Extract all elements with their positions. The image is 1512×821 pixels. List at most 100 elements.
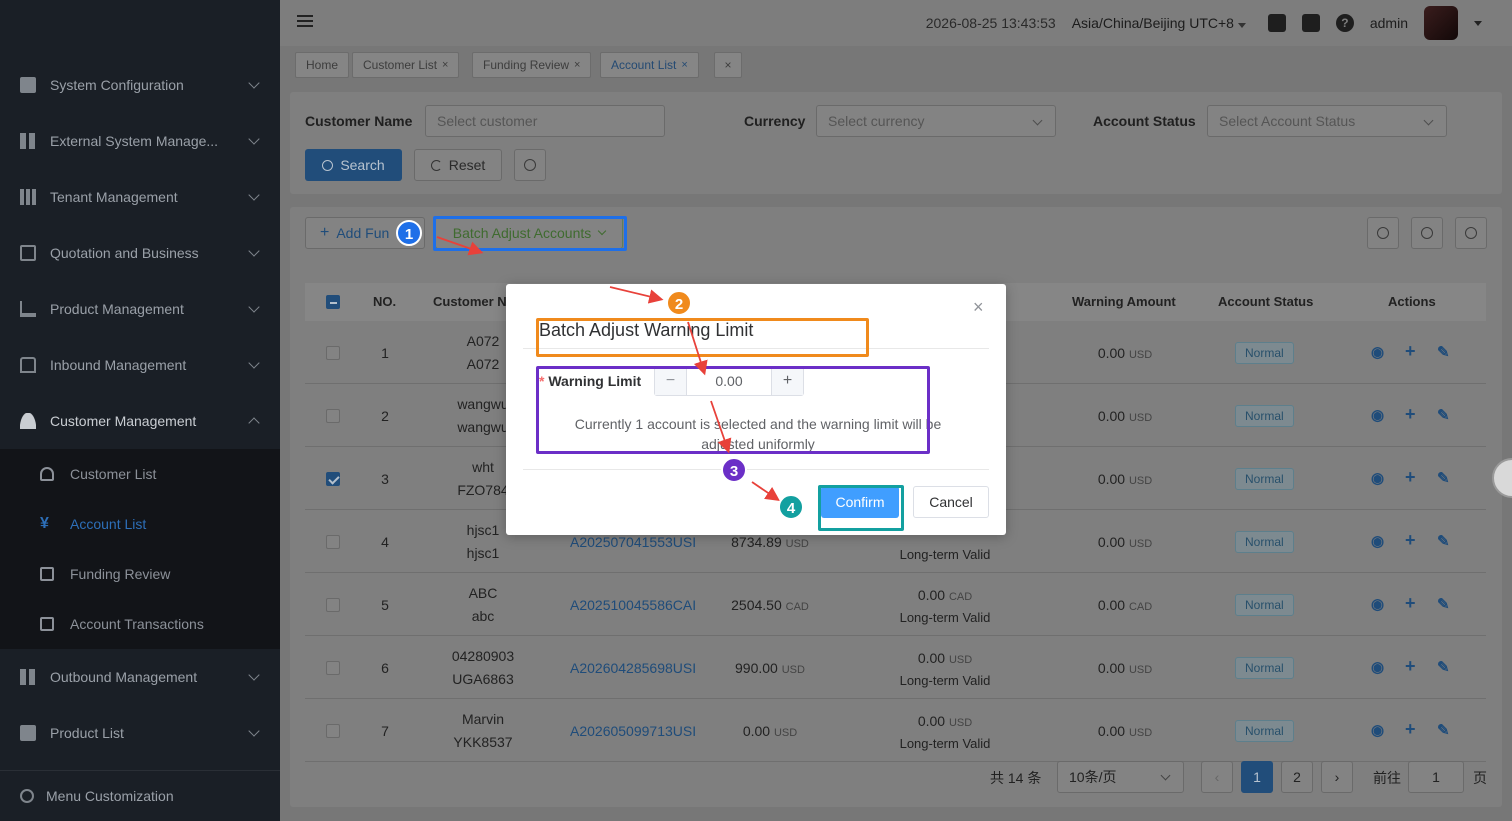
edit-icon[interactable]: ✎ — [1437, 343, 1450, 361]
row-checkbox[interactable] — [326, 409, 340, 423]
account-number-link[interactable]: A202507041553USI — [570, 534, 700, 550]
row-checkbox[interactable] — [326, 346, 340, 360]
page-1[interactable]: 1 — [1241, 761, 1273, 793]
sidebar-item-external-system[interactable]: External System Manage... — [0, 113, 280, 169]
currency-select[interactable]: Select currency — [816, 105, 1056, 137]
add-icon[interactable]: + — [1405, 593, 1416, 614]
row-checkbox[interactable] — [326, 724, 340, 738]
sidebar-item-outbound-management[interactable]: Outbound Management — [0, 649, 280, 705]
view-icon[interactable]: ◉ — [1371, 658, 1384, 676]
close-icon[interactable]: × — [442, 59, 448, 71]
validity: Long-term Valid — [899, 673, 991, 688]
sidebar-item-account-list[interactable]: ¥ Account List — [0, 499, 280, 549]
tab-funding-review[interactable]: Funding Review × — [472, 52, 592, 78]
timezone-select[interactable]: Asia/China/Beijing UTC+8 — [1072, 15, 1246, 31]
add-icon[interactable]: + — [1405, 719, 1416, 740]
close-icon[interactable]: × — [973, 297, 984, 318]
row-checkbox[interactable] — [326, 472, 340, 486]
menu-toggle-icon[interactable] — [297, 15, 313, 29]
table-search-button[interactable] — [1367, 217, 1399, 249]
annotation-badge-1: 1 — [396, 220, 422, 246]
close-all-tabs-button[interactable]: × — [714, 52, 742, 78]
sidebar-item-quotation[interactable]: Quotation and Business — [0, 225, 280, 281]
edit-icon[interactable]: ✎ — [1437, 721, 1450, 739]
tab-customer-list[interactable]: Customer List × — [352, 52, 460, 78]
close-icon[interactable]: × — [681, 59, 687, 71]
col-actions: Actions — [1388, 294, 1436, 309]
balance-value: 990.00 — [735, 660, 778, 676]
edit-icon[interactable]: ✎ — [1437, 595, 1450, 613]
sidebar-item-inbound-management[interactable]: Inbound Management — [0, 337, 280, 393]
customer-name: ABC — [468, 585, 498, 601]
goto-page-input[interactable]: 1 — [1408, 761, 1464, 793]
sidebar-item-account-transactions[interactable]: Account Transactions — [0, 599, 280, 649]
warning-amount: 0.00 USD — [1070, 660, 1180, 676]
view-icon[interactable]: ◉ — [1371, 721, 1384, 739]
help-icon[interactable]: ? — [1335, 14, 1354, 32]
filter-settings-button[interactable] — [514, 149, 546, 181]
row-no: 7 — [381, 723, 389, 739]
username[interactable]: admin — [1370, 15, 1408, 31]
edit-icon[interactable]: ✎ — [1437, 532, 1450, 550]
page-size-select[interactable]: 10条/页 — [1057, 761, 1184, 793]
warning-value: 0.00 — [1097, 408, 1126, 424]
sidebar-item-product-management[interactable]: Product Management — [0, 281, 280, 337]
sidebar-item-customer-list[interactable]: Customer List — [0, 449, 280, 499]
sidebar-item-label: Quotation and Business — [50, 245, 199, 261]
search-button[interactable]: Search — [305, 149, 402, 181]
view-icon[interactable]: ◉ — [1371, 343, 1384, 361]
balance: 0.00 USD — [710, 723, 830, 739]
account-number-link[interactable]: A202510045586CAI — [570, 597, 700, 613]
view-icon[interactable]: ◉ — [1371, 469, 1384, 487]
select-all-checkbox[interactable] — [326, 295, 340, 309]
translate-icon[interactable] — [1301, 14, 1320, 32]
chevron-left-icon: ‹ — [1214, 769, 1220, 785]
add-icon[interactable]: + — [1405, 341, 1416, 362]
reset-button[interactable]: Reset — [414, 149, 502, 181]
menu-customization[interactable]: Menu Customization — [0, 770, 280, 821]
currency-unit: USD — [948, 717, 973, 729]
view-icon[interactable]: ◉ — [1371, 406, 1384, 424]
balance: 8734.89 USD — [710, 534, 830, 550]
account-number-link[interactable]: A202604285698USI — [570, 660, 700, 676]
edit-icon[interactable]: ✎ — [1437, 406, 1450, 424]
sidebar-item-label: Product List — [50, 725, 124, 741]
row-checkbox[interactable] — [326, 598, 340, 612]
message-icon[interactable] — [1267, 14, 1286, 32]
customer-name-select[interactable]: Select customer — [425, 105, 665, 137]
close-icon[interactable]: × — [574, 59, 580, 71]
cancel-button[interactable]: Cancel — [913, 486, 989, 518]
sidebar-item-product-list[interactable]: Product List — [0, 705, 280, 761]
sidebar-item-system-configuration[interactable]: System Configuration — [0, 57, 280, 113]
row-checkbox[interactable] — [326, 661, 340, 675]
add-icon[interactable]: + — [1405, 530, 1416, 551]
prev-page-button[interactable]: ‹ — [1201, 761, 1233, 793]
avatar[interactable] — [1424, 6, 1458, 40]
account-number-link[interactable]: A202605099713USI — [570, 723, 700, 739]
chevron-down-icon — [1423, 115, 1434, 126]
table-settings-button[interactable] — [1455, 217, 1487, 249]
add-icon[interactable]: + — [1405, 467, 1416, 488]
page-2[interactable]: 2 — [1281, 761, 1313, 793]
sidebar-item-customer-management[interactable]: Customer Management — [0, 393, 280, 449]
next-page-button[interactable]: › — [1321, 761, 1353, 793]
edit-icon[interactable]: ✎ — [1437, 658, 1450, 676]
sidebar-item-tenant-management[interactable]: Tenant Management — [0, 169, 280, 225]
tab-account-list[interactable]: Account List × — [600, 52, 699, 78]
annotation-badge-2: 2 — [666, 290, 692, 316]
edit-icon[interactable]: ✎ — [1437, 469, 1450, 487]
add-icon[interactable]: + — [1405, 404, 1416, 425]
account-status-label: Account Status — [1093, 113, 1196, 129]
datetime: 2026-08-25 13:43:53 — [925, 15, 1056, 31]
view-icon[interactable]: ◉ — [1371, 595, 1384, 613]
chevron-down-icon[interactable] — [1474, 20, 1482, 26]
row-checkbox[interactable] — [326, 535, 340, 549]
yen-icon: ¥ — [40, 515, 49, 532]
account-status-select[interactable]: Select Account Status — [1207, 105, 1447, 137]
warning-value: 0.00 — [1097, 345, 1126, 361]
tab-home[interactable]: Home — [295, 52, 350, 78]
table-refresh-button[interactable] — [1411, 217, 1443, 249]
sidebar-item-funding-review[interactable]: Funding Review — [0, 549, 280, 599]
view-icon[interactable]: ◉ — [1371, 532, 1384, 550]
add-icon[interactable]: + — [1405, 656, 1416, 677]
